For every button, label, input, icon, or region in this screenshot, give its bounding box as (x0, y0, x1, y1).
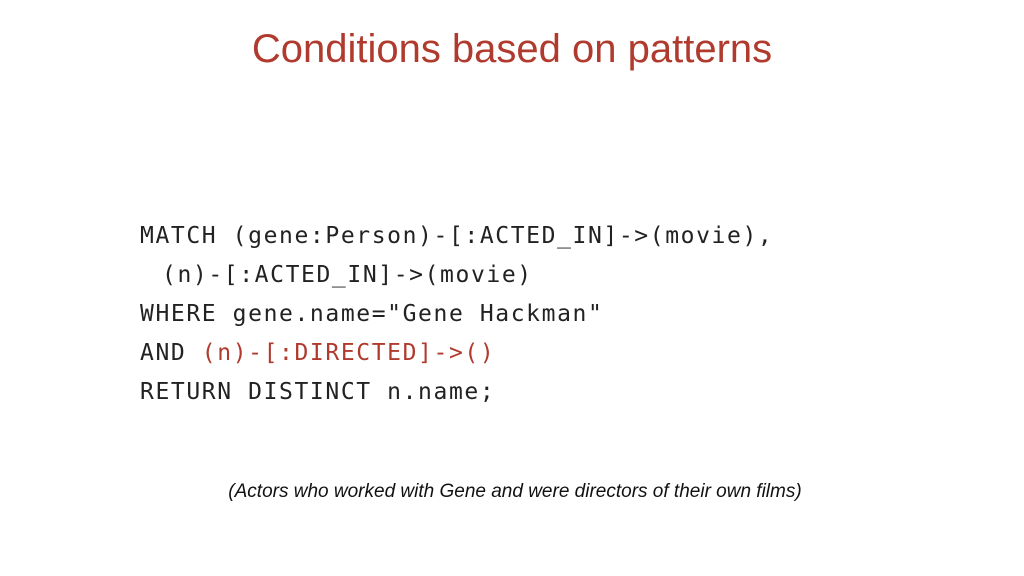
code-line-match: MATCH (gene:Person)-[:ACTED_IN]->(movie)… (140, 223, 774, 249)
code-line-and: AND (n)-[:DIRECTED]->() (140, 334, 900, 373)
slide-title: Conditions based on patterns (251, 27, 773, 71)
slide: Conditions based on patterns MATCH (gene… (0, 0, 1024, 576)
cypher-code-block: MATCH (gene:Person)-[:ACTED_IN]->(movie)… (140, 217, 900, 412)
directed-pattern-highlight: (n)-[:DIRECTED]->() (201, 340, 496, 366)
code-line-where: WHERE gene.name="Gene Hackman" (140, 301, 604, 327)
slide-caption: (Actors who worked with Gene and were di… (228, 481, 802, 502)
code-line-return: RETURN DISTINCT n.name; (140, 379, 496, 405)
and-keyword: AND (140, 340, 202, 366)
code-line-pattern: (n)-[:ACTED_IN]->(movie) (162, 262, 533, 288)
